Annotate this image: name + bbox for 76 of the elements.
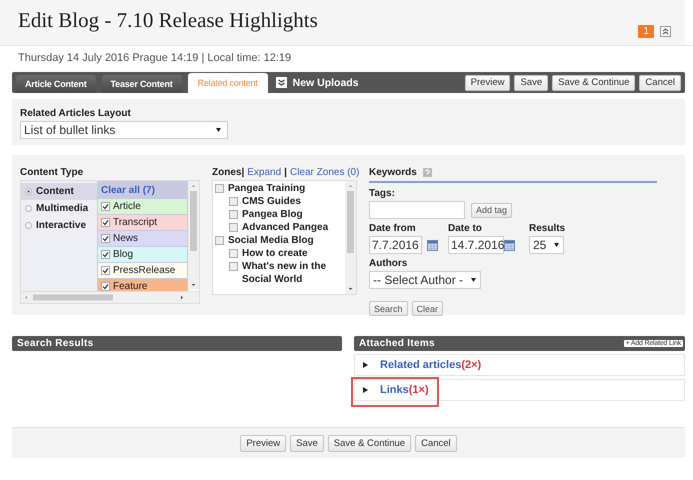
zone-label[interactable]: Social Media Blog: [228, 234, 314, 247]
add-tag-button[interactable]: Add tag: [471, 202, 512, 218]
footer-button[interactable]: Save & Continue: [328, 434, 412, 452]
search-button[interactable]: Search: [369, 301, 408, 316]
results-select[interactable]: 25: [529, 236, 564, 254]
checkbox[interactable]: [101, 266, 110, 275]
results-label: Results: [529, 223, 566, 234]
checkbox[interactable]: [229, 197, 238, 206]
checkbox[interactable]: [101, 202, 110, 211]
zones-label: Zones|: [212, 167, 244, 178]
checkbox[interactable]: [101, 250, 110, 259]
content-type-item[interactable]: Blog: [98, 247, 187, 262]
zone-label[interactable]: How to create: [242, 247, 308, 260]
content-group-item[interactable]: Content: [21, 183, 97, 200]
footer-button[interactable]: Preview: [240, 434, 286, 452]
footer-button[interactable]: Cancel: [415, 434, 457, 452]
content-group-item[interactable]: Interactive: [21, 217, 97, 234]
search-results-header: Search Results: [12, 336, 342, 351]
checkbox[interactable]: [101, 234, 110, 243]
calendar-icon[interactable]: [504, 240, 515, 250]
content-type-item[interactable]: Article: [98, 199, 187, 214]
checkbox[interactable]: [229, 223, 238, 232]
footer-button[interactable]: Save: [290, 434, 324, 452]
content-type-item[interactable]: Feature: [98, 279, 187, 291]
toolbar-button[interactable]: Preview: [464, 74, 510, 90]
expand-down-icon[interactable]: [276, 77, 287, 88]
toolbar-button[interactable]: Cancel: [639, 74, 681, 90]
zone-label[interactable]: Advanced Pangea: [242, 221, 328, 234]
toolbar-button[interactable]: Save: [514, 74, 548, 90]
authors-label: Authors: [369, 258, 408, 269]
checkbox[interactable]: [229, 262, 238, 271]
date-from-label: Date from: [369, 223, 417, 234]
expand-arrow-icon[interactable]: [363, 387, 368, 393]
layout-select[interactable]: List of bullet links: [20, 121, 228, 139]
separator-text: |: [284, 167, 287, 178]
zone-label[interactable]: Pangea Blog: [242, 208, 303, 221]
scrollbar[interactable]: [345, 181, 356, 294]
clear-zones-link[interactable]: Clear Zones (0): [290, 167, 360, 178]
content-type-item[interactable]: PressRelease: [98, 263, 187, 278]
calendar-icon[interactable]: [427, 240, 438, 250]
clear-all-link[interactable]: Clear all (7): [98, 182, 187, 198]
checkbox[interactable]: [101, 282, 110, 291]
clear-button[interactable]: Clear: [412, 301, 444, 316]
expand-link[interactable]: Expand: [247, 167, 282, 178]
tab[interactable]: Teaser Content: [102, 75, 182, 93]
expand-arrow-icon[interactable]: [363, 362, 368, 368]
checkbox[interactable]: [229, 249, 238, 258]
new-uploads-label[interactable]: New Uploads: [292, 76, 359, 88]
checkbox[interactable]: [215, 236, 224, 245]
checkbox[interactable]: [229, 210, 238, 219]
collapse-icon[interactable]: [660, 26, 671, 37]
layout-label: Related Articles Layout: [20, 108, 132, 119]
content-type-label: Content Type: [20, 167, 84, 178]
tags-field[interactable]: [369, 201, 465, 219]
page-title: Edit Blog - 7.10 Release Highlights: [18, 8, 318, 33]
checkbox[interactable]: [101, 218, 110, 227]
content-group-item[interactable]: Multimedia: [21, 200, 97, 217]
date-to-field[interactable]: 14.7.2016: [448, 236, 504, 254]
zone-label[interactable]: Pangea Training: [228, 182, 306, 195]
dropdown-caret-icon[interactable]: [471, 278, 476, 282]
dropdown-caret-icon[interactable]: [216, 128, 221, 132]
checkbox[interactable]: [215, 184, 224, 193]
dropdown-caret-icon[interactable]: [554, 243, 560, 247]
content-type-item[interactable]: Transcript: [98, 215, 187, 230]
authors-select[interactable]: -- Select Author -: [369, 271, 481, 289]
zone-label[interactable]: What's new in the Social World: [242, 260, 343, 286]
tab[interactable]: Article Content: [16, 75, 96, 93]
zone-label[interactable]: CMS Guides: [242, 195, 301, 208]
toolbar-button[interactable]: Save & Continue: [552, 74, 636, 90]
keywords-label: Keywords: [369, 167, 417, 178]
tags-label: Tags:: [369, 188, 396, 199]
date-to-label: Date to: [448, 223, 483, 234]
scrollbar[interactable]: [188, 181, 199, 290]
content-type-item[interactable]: News: [98, 231, 187, 246]
attached-item[interactable]: Related articles(2×): [354, 354, 685, 376]
date-from-field[interactable]: 7.7.2016: [369, 236, 422, 254]
